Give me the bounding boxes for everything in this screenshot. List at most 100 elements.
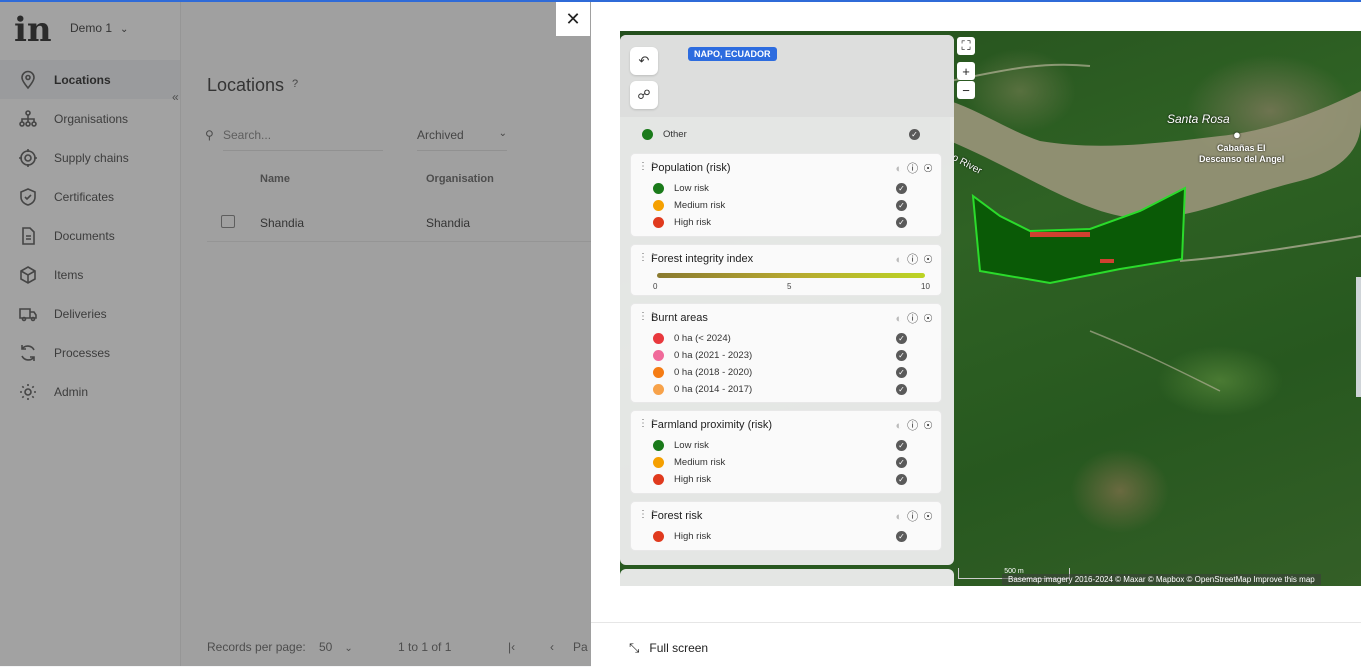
- share-button[interactable]: ☍: [630, 81, 658, 109]
- layer-title: Forest integrity index: [651, 253, 754, 265]
- zoom-out-button[interactable]: −: [957, 81, 975, 99]
- layer-card-forest-integrity: ⋮⋮ Forest integrity index ◐ ⓘ ☉ 0 5 10: [630, 244, 942, 296]
- modal-footer: ⤡ Full screen: [591, 622, 1361, 667]
- legend-item: Medium risk: [653, 455, 725, 469]
- info-icon[interactable]: ⓘ: [907, 163, 918, 175]
- legend-item: Medium risk: [653, 198, 725, 212]
- close-icon: ✕: [565, 8, 581, 29]
- legend-dot: [642, 128, 653, 140]
- legend-dot: [653, 456, 664, 468]
- legend-label: Low risk: [674, 439, 709, 451]
- legend-label: High risk: [674, 530, 711, 542]
- fullscreen-map-icon[interactable]: ⛶: [957, 37, 975, 55]
- layer-title: Population (risk): [651, 162, 731, 174]
- check-icon[interactable]: ✓: [896, 440, 907, 451]
- check-icon[interactable]: ✓: [896, 367, 907, 378]
- legend-dot: [653, 366, 664, 378]
- layer-card-forest-risk: ⋮⋮ Forest risk ◐ ⓘ ☉ High risk ✓: [630, 501, 942, 551]
- legend-label: 0 ha (2018 - 2020): [674, 366, 753, 378]
- layers-panel: Other ✓ ⋮⋮ Population (risk) ◐ ⓘ ☉ Low ris…: [620, 35, 954, 565]
- location-badge: NAPO, ECUADOR: [688, 47, 777, 61]
- legend-dot: [653, 473, 664, 485]
- legend-dot: [653, 383, 664, 395]
- poi-marker-icon[interactable]: ●: [1233, 127, 1241, 142]
- zoom-in-button[interactable]: +: [957, 62, 975, 80]
- legend-label: Medium risk: [674, 456, 726, 468]
- layer-card-burnt-areas: ⋮⋮ Burnt areas ◐ ⓘ ☉ 0 ha (< 2024) ✓ 0 ha …: [630, 303, 942, 403]
- eye-icon[interactable]: ☉: [923, 163, 933, 175]
- layer-controls: ◐ ⓘ ☉: [890, 310, 933, 326]
- legend-dot: [653, 439, 664, 451]
- check-icon[interactable]: ✓: [896, 384, 907, 395]
- legend-label: Other: [663, 128, 687, 140]
- legend-dot: [653, 349, 664, 361]
- legend-item: High risk: [653, 472, 711, 486]
- eye-icon[interactable]: ☉: [923, 420, 933, 432]
- layer-controls: ◐ ⓘ ☉: [890, 417, 933, 433]
- layer-title: Forest risk: [651, 510, 703, 522]
- layer-title: Farmland proximity (risk): [651, 419, 773, 431]
- legend-label: Low risk: [674, 182, 709, 194]
- eye-icon[interactable]: ☉: [923, 254, 933, 266]
- map-attribution[interactable]: Basemap imagery 2016-2024 © Maxar © Mapb…: [1002, 574, 1321, 585]
- opacity-icon[interactable]: ◐: [895, 511, 902, 523]
- opacity-icon[interactable]: ◐: [895, 420, 902, 432]
- scale-tick: 5: [787, 282, 792, 291]
- layer-title: Burnt areas: [651, 312, 708, 324]
- poi-label-line1: Cabañas El: [1217, 143, 1266, 153]
- opacity-icon[interactable]: ◐: [895, 163, 902, 175]
- legend-dot: [653, 199, 664, 211]
- check-icon[interactable]: ✓: [896, 333, 907, 344]
- eye-icon[interactable]: ☉: [923, 313, 933, 325]
- legend-item: 0 ha (2021 - 2023): [653, 348, 752, 362]
- layer-card-population: ⋮⋮ Population (risk) ◐ ⓘ ☉ Low risk ✓ Medi…: [630, 153, 942, 237]
- check-icon[interactable]: ✓: [896, 350, 907, 361]
- info-icon[interactable]: ⓘ: [907, 420, 918, 432]
- check-icon[interactable]: ✓: [896, 474, 907, 485]
- map-view[interactable]: Santa Rosa ● Cabañas El Descanso del Ang…: [620, 31, 1361, 586]
- check-icon[interactable]: ✓: [896, 217, 907, 228]
- scroll-edge[interactable]: [1356, 277, 1361, 397]
- undo-icon: ↶: [638, 53, 650, 68]
- legend-item: 0 ha (< 2024): [653, 331, 731, 345]
- layer-controls: ◐ ⓘ ☉: [890, 160, 933, 176]
- layer-card-farmland-proximity: ⋮⋮ Farmland proximity (risk) ◐ ⓘ ☉ Low ris…: [630, 410, 942, 494]
- legend-item: 0 ha (2018 - 2020): [653, 365, 752, 379]
- close-button[interactable]: ✕: [556, 2, 590, 36]
- info-icon[interactable]: ⓘ: [907, 313, 918, 325]
- legend-dot: [653, 332, 664, 344]
- info-icon[interactable]: ⓘ: [907, 511, 918, 523]
- legend-dot: [653, 216, 664, 228]
- legend-item: Other: [642, 127, 687, 141]
- legend-dot: [653, 182, 664, 194]
- legend-item: High risk: [653, 529, 711, 543]
- legend-label: Medium risk: [674, 199, 726, 211]
- eye-icon[interactable]: ☉: [923, 511, 933, 523]
- check-icon[interactable]: ✓: [896, 457, 907, 468]
- town-label: Santa Rosa: [1167, 112, 1230, 126]
- share-icon: ☍: [637, 87, 651, 102]
- full-screen-button[interactable]: ⤡ Full screen: [629, 635, 708, 661]
- check-icon[interactable]: ✓: [896, 200, 907, 211]
- map-modal: Santa Rosa ● Cabañas El Descanso del Ang…: [591, 2, 1361, 666]
- opacity-icon[interactable]: ◐: [895, 254, 902, 266]
- expand-icon: ⤡: [629, 640, 640, 655]
- opacity-icon[interactable]: ◐: [895, 313, 902, 325]
- legend-label: 0 ha (2014 - 2017): [674, 383, 753, 395]
- panel-next-section: [620, 569, 954, 586]
- panel-header-overlay: ↶ ☍ NAPO, ECUADOR: [620, 35, 954, 117]
- check-icon[interactable]: ✓: [896, 183, 907, 194]
- top-accent-line: [0, 0, 1361, 2]
- check-icon[interactable]: ✓: [909, 129, 920, 140]
- legend-item: Low risk: [653, 181, 709, 195]
- scale-tick: 10: [921, 282, 930, 291]
- layer-controls: ◐ ⓘ ☉: [890, 508, 933, 524]
- legend-item: High risk: [653, 215, 711, 229]
- poi-label-line2: Descanso del Angel: [1199, 154, 1285, 164]
- legend-label: 0 ha (< 2024): [674, 332, 731, 344]
- check-icon[interactable]: ✓: [896, 531, 907, 542]
- undo-button[interactable]: ↶: [630, 47, 658, 75]
- legend-label: High risk: [674, 473, 711, 485]
- legend-item: Low risk: [653, 438, 709, 452]
- info-icon[interactable]: ⓘ: [907, 254, 918, 266]
